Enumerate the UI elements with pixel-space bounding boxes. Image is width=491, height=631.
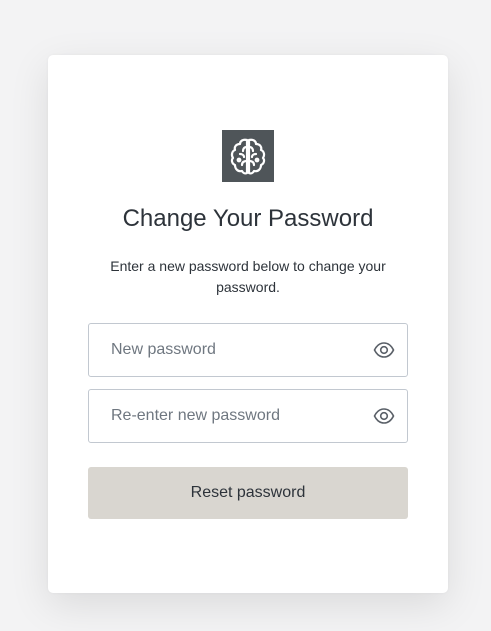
new-password-input[interactable] — [89, 324, 371, 376]
reset-password-button[interactable]: Reset password — [88, 467, 408, 519]
page-title: Change Your Password — [122, 205, 374, 232]
password-reset-card: Change Your Password Enter a new passwor… — [48, 55, 448, 593]
eye-icon[interactable] — [373, 406, 395, 426]
eye-icon[interactable] — [373, 340, 395, 360]
confirm-password-input[interactable] — [89, 390, 371, 442]
page-description: Enter a new password below to change you… — [110, 258, 386, 295]
new-password-field — [88, 323, 408, 377]
brain-icon — [222, 130, 274, 182]
confirm-password-field — [88, 389, 408, 443]
